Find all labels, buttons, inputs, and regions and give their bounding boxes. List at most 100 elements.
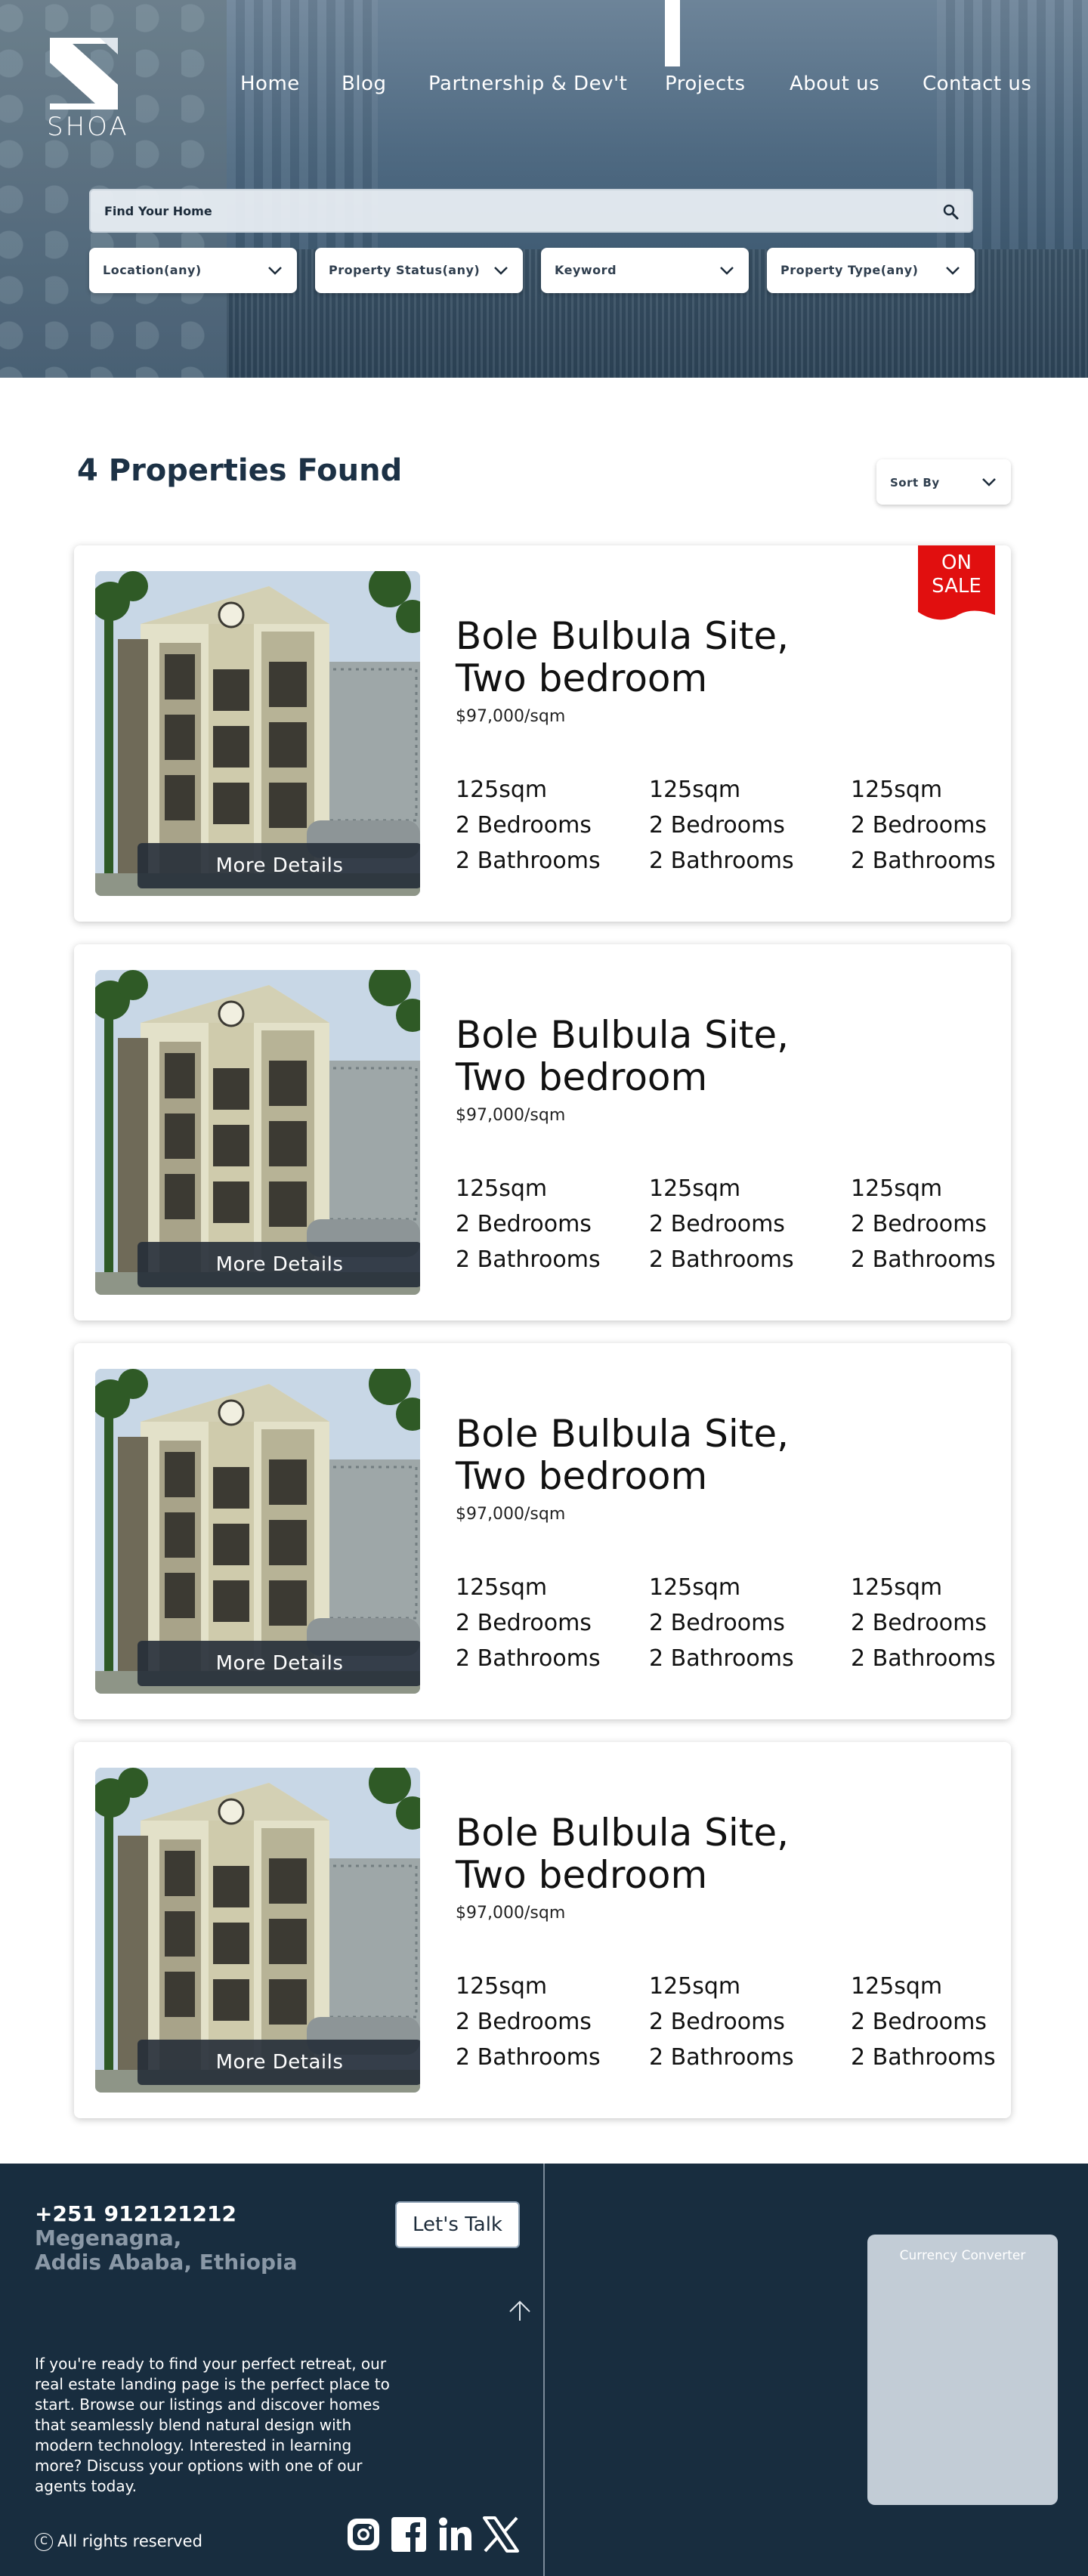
nav-home[interactable]: Home: [240, 73, 300, 95]
nav-contact-us[interactable]: Contact us: [923, 73, 1031, 95]
spec-area: 125sqm: [851, 1574, 943, 1601]
spec-bathrooms: 2 Bathrooms: [456, 1246, 601, 1273]
sort-dropdown[interactable]: Sort By: [876, 459, 1011, 505]
x-icon[interactable]: [482, 2516, 520, 2553]
listing-title-line1: Bole Bulbula Site,: [456, 1013, 790, 1057]
listing-title-line1: Bole Bulbula Site,: [456, 1412, 790, 1456]
chevron-down-icon: [494, 267, 508, 275]
spec-bedrooms: 2 Bedrooms: [649, 1211, 785, 1237]
spec-bedrooms: 2 Bedrooms: [456, 1610, 592, 1636]
results-count: 4 Properties Found: [77, 453, 403, 488]
spec-area: 125sqm: [851, 1973, 943, 2000]
spec-bathrooms: 2 Bathrooms: [456, 2044, 601, 2071]
listing-card: More Details Bole Bulbula Site, Two bedr…: [74, 1742, 1011, 2118]
listing-title-line2: Two bedroom: [456, 1454, 708, 1498]
more-details-button[interactable]: More Details: [138, 2040, 420, 2085]
chevron-down-icon: [268, 267, 282, 275]
listing-title-line2: Two bedroom: [456, 1853, 708, 1897]
more-details-button[interactable]: More Details: [138, 1242, 420, 1287]
spec-bedrooms: 2 Bedrooms: [851, 1211, 987, 1237]
spec-area: 125sqm: [456, 1973, 548, 2000]
search-icon[interactable]: [941, 202, 960, 221]
facebook-icon[interactable]: [390, 2516, 428, 2553]
spec-bedrooms: 2 Bedrooms: [851, 812, 987, 839]
listing-price: $97,000/sqm: [456, 1106, 566, 1125]
footer-divider: [543, 2164, 545, 2576]
property-photo[interactable]: More Details: [95, 571, 420, 896]
spec-bedrooms: 2 Bedrooms: [456, 812, 592, 839]
spec-bathrooms: 2 Bathrooms: [649, 848, 794, 874]
spec-area: 125sqm: [649, 777, 741, 803]
main-nav: Home Blog Partnership & Dev't Projects A…: [0, 73, 1088, 103]
spec-bathrooms: 2 Bathrooms: [851, 1645, 996, 1672]
footer-phone[interactable]: +251 912121212: [35, 2201, 236, 2226]
nav-about-us[interactable]: About us: [790, 73, 879, 95]
linkedin-icon[interactable]: [437, 2516, 474, 2553]
spec-bathrooms: 2 Bathrooms: [851, 848, 996, 874]
spec-area: 125sqm: [649, 1175, 741, 1202]
nav-projects[interactable]: Projects: [665, 73, 746, 95]
spec-area: 125sqm: [456, 1175, 548, 1202]
chevron-down-icon: [720, 267, 734, 275]
spec-bathrooms: 2 Bathrooms: [851, 2044, 996, 2071]
keyword-filter[interactable]: Keyword: [541, 248, 749, 293]
listing-price: $97,000/sqm: [456, 1904, 566, 1923]
search-placeholder: Find Your Home: [104, 204, 212, 218]
listing-title-line1: Bole Bulbula Site,: [456, 1811, 790, 1855]
listing-title-line2: Two bedroom: [456, 656, 708, 700]
spec-bedrooms: 2 Bedrooms: [456, 1211, 592, 1237]
spec-area: 125sqm: [649, 1973, 741, 2000]
listing-title[interactable]: Bole Bulbula Site, Two bedroom: [456, 1812, 833, 1896]
listing-card: More Details Bole Bulbula Site, Two bedr…: [74, 1343, 1011, 1719]
listing-price: $97,000/sqm: [456, 1505, 566, 1524]
property-photo[interactable]: More Details: [95, 1768, 420, 2093]
property-type-filter[interactable]: Property Type(any): [767, 248, 975, 293]
listing-title[interactable]: Bole Bulbula Site, Two bedroom: [456, 615, 833, 700]
sort-label: Sort By: [890, 476, 940, 490]
copyright: C All rights reserved: [35, 2532, 202, 2551]
nav-partnership[interactable]: Partnership & Dev't: [428, 73, 627, 95]
copyright-icon: C: [35, 2533, 53, 2551]
rights-text: All rights reserved: [57, 2532, 202, 2550]
spec-bedrooms: 2 Bedrooms: [456, 2009, 592, 2035]
spec-bedrooms: 2 Bedrooms: [851, 2009, 987, 2035]
listing-price: $97,000/sqm: [456, 707, 566, 726]
footer-address-line1: Megenagna,: [35, 2225, 182, 2250]
property-photo[interactable]: More Details: [95, 970, 420, 1295]
spec-bathrooms: 2 Bathrooms: [456, 848, 601, 874]
chevron-down-icon: [982, 478, 996, 486]
listing-title-line2: Two bedroom: [456, 1055, 708, 1099]
spec-bedrooms: 2 Bedrooms: [649, 812, 785, 839]
spec-bedrooms: 2 Bedrooms: [649, 1610, 785, 1636]
nav-blog[interactable]: Blog: [342, 73, 386, 95]
site-footer: +251 912121212 Megenagna, Addis Ababa, E…: [0, 2164, 1088, 2576]
spec-area: 125sqm: [456, 777, 548, 803]
property-type-filter-label: Property Type(any): [780, 263, 919, 277]
spec-bedrooms: 2 Bedrooms: [649, 2009, 785, 2035]
property-status-filter[interactable]: Property Status(any): [315, 248, 523, 293]
listing-title[interactable]: Bole Bulbula Site, Two bedroom: [456, 1014, 833, 1098]
footer-address-line2: Addis Ababa, Ethiopia: [35, 2250, 298, 2275]
listing-card: More Details Bole Bulbula Site, Two bedr…: [74, 944, 1011, 1320]
listing-title[interactable]: Bole Bulbula Site, Two bedroom: [456, 1413, 833, 1497]
keyword-filter-label: Keyword: [555, 263, 617, 277]
location-filter-label: Location(any): [103, 263, 202, 277]
spec-bathrooms: 2 Bathrooms: [649, 2044, 794, 2071]
spec-bathrooms: 2 Bathrooms: [456, 1645, 601, 1672]
on-sale-badge: ON SALE: [918, 545, 995, 621]
property-photo[interactable]: More Details: [95, 1369, 420, 1694]
spec-bathrooms: 2 Bathrooms: [649, 1645, 794, 1672]
listing-title-line1: Bole Bulbula Site,: [456, 614, 790, 658]
currency-converter-widget[interactable]: Currency Converter: [867, 2235, 1058, 2505]
more-details-button[interactable]: More Details: [138, 843, 420, 888]
location-filter[interactable]: Location(any): [89, 248, 297, 293]
chevron-down-icon: [946, 267, 960, 275]
more-details-button[interactable]: More Details: [138, 1641, 420, 1686]
footer-blurb: If you're ready to find your perfect ret…: [35, 2355, 390, 2495]
lets-talk-button[interactable]: Let's Talk: [395, 2201, 520, 2248]
spec-area: 125sqm: [851, 777, 943, 803]
search-input[interactable]: Find Your Home: [89, 189, 973, 233]
scroll-to-top-icon[interactable]: [507, 2296, 533, 2322]
spec-area: 125sqm: [456, 1574, 548, 1601]
instagram-icon[interactable]: [345, 2516, 382, 2553]
